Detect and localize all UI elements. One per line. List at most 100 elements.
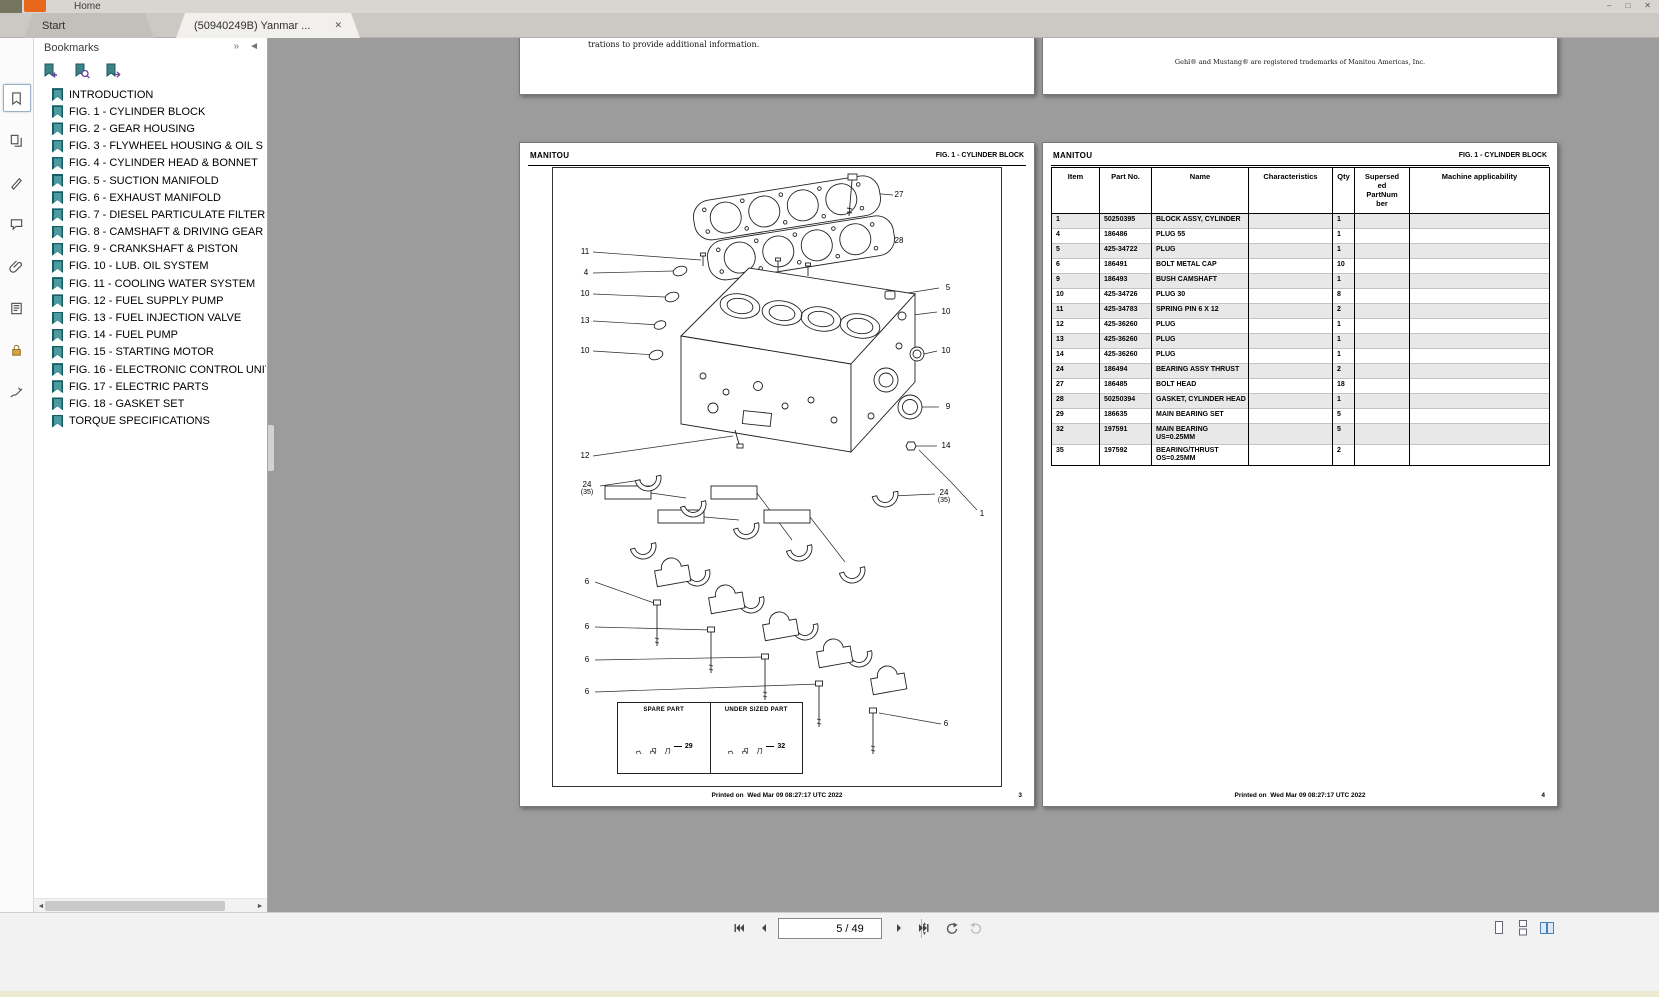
bookmark-flag-icon — [52, 363, 63, 376]
document-view-area[interactable]: trations to provide additional informati… — [268, 38, 1659, 912]
tab-start[interactable]: Start — [24, 13, 154, 38]
minimize-button[interactable]: – — [1607, 0, 1611, 12]
annotations-panel-icon[interactable] — [3, 168, 31, 196]
ribbon-tab-home[interactable]: Home — [74, 1, 101, 12]
cell-machine — [1410, 259, 1550, 274]
bookmark-item[interactable]: INTRODUCTION — [38, 86, 266, 103]
bookmarks-horizontal-scrollbar[interactable]: ◄ ► — [34, 898, 267, 912]
scrollbar-thumb[interactable] — [45, 901, 225, 911]
page-text: trations to provide additional informati… — [588, 40, 759, 49]
cell-qty: 1 — [1333, 334, 1355, 349]
diagram-callout-label: 6 — [944, 720, 948, 728]
bookmarks-list: INTRODUCTIONFIG. 1 - CYLINDER BLOCKFIG. … — [38, 86, 266, 434]
continuous-view-icon[interactable] — [1513, 918, 1533, 938]
parts-table-row: 12425-36260PLUG1 — [1052, 319, 1550, 334]
diagram-callout-label: 27 — [895, 191, 904, 199]
attachments-panel-icon[interactable] — [3, 252, 31, 280]
cell-name: PLUG 30 — [1152, 289, 1249, 304]
diagram-callout-label: 10 — [942, 308, 951, 316]
pages-panel-icon[interactable] — [3, 126, 31, 154]
parts-table-row: 6186491BOLT METAL CAP10 — [1052, 259, 1550, 274]
single-page-view-icon[interactable] — [1489, 918, 1509, 938]
bookmark-item[interactable]: FIG. 8 - CAMSHAFT & DRIVING GEAR — [38, 224, 266, 241]
bookmark-item[interactable]: FIG. 14 - FUEL PUMP — [38, 327, 266, 344]
foxit-logo[interactable] — [24, 0, 46, 12]
cell-machine — [1410, 304, 1550, 319]
cell-characteristics — [1249, 229, 1333, 244]
certificates-panel-icon[interactable] — [3, 294, 31, 322]
cell-qty: 1 — [1333, 319, 1355, 334]
cell-superseded — [1355, 409, 1410, 424]
maximize-button[interactable]: □ — [1625, 0, 1630, 12]
comments-panel-icon[interactable] — [3, 210, 31, 238]
cell-superseded — [1355, 349, 1410, 364]
cell-name: BOLT HEAD — [1152, 379, 1249, 394]
last-page-button[interactable] — [913, 917, 935, 939]
bookmark-item[interactable]: TORQUE SPECIFICATIONS — [38, 413, 266, 430]
cell-part-no: 425-36260 — [1100, 319, 1152, 334]
facing-pages-view-icon[interactable] — [1537, 918, 1557, 938]
bookmark-item-label: FIG. 6 - EXHAUST MANIFOLD — [69, 192, 221, 204]
bookmark-item[interactable]: FIG. 7 - DIESEL PARTICULATE FILTER — [38, 206, 266, 223]
cell-item: 27 — [1052, 379, 1100, 394]
page-number: 4 — [1541, 792, 1545, 799]
cell-machine — [1410, 274, 1550, 289]
next-page-button[interactable] — [888, 917, 910, 939]
tab-document[interactable]: (50940249B) Yanmar ... ✕ — [176, 13, 360, 38]
navigation-panel-strip — [0, 38, 34, 912]
cell-superseded — [1355, 444, 1410, 465]
locate-bookmark-icon[interactable] — [104, 62, 121, 79]
diagram-callout-label: 6 — [585, 578, 589, 586]
prev-page-button[interactable] — [753, 917, 775, 939]
cell-characteristics — [1249, 274, 1333, 289]
add-bookmark-icon[interactable] — [42, 62, 59, 79]
find-bookmark-icon[interactable] — [73, 62, 90, 79]
diagram-callout-label: 10 — [581, 290, 590, 298]
cell-part-no: 197592 — [1100, 444, 1152, 465]
previous-view-button[interactable] — [941, 917, 963, 939]
sidebar-splitter-handle[interactable] — [268, 424, 275, 472]
close-button[interactable]: ✕ — [1644, 0, 1651, 12]
application-menu-button[interactable] — [0, 0, 22, 13]
window-controls: – □ ✕ — [1607, 0, 1651, 12]
cell-part-no: 197591 — [1100, 424, 1152, 445]
bookmarks-panel-icon[interactable] — [3, 84, 31, 112]
diagram-callout-label: 1 — [980, 510, 984, 518]
next-view-button[interactable] — [965, 917, 987, 939]
bookmark-item-label: FIG. 10 - LUB. OIL SYSTEM — [69, 260, 209, 272]
cell-item: 14 — [1052, 349, 1100, 364]
signatures-panel-icon[interactable] — [3, 378, 31, 406]
cell-qty: 5 — [1333, 409, 1355, 424]
bookmark-item[interactable]: FIG. 1 - CYLINDER BLOCK — [38, 103, 266, 120]
first-page-button[interactable] — [728, 917, 750, 939]
bookmark-item[interactable]: FIG. 2 - GEAR HOUSING — [38, 120, 266, 137]
bookmark-item[interactable]: FIG. 9 - CRANKSHAFT & PISTON — [38, 241, 266, 258]
panel-collapse-icon[interactable]: ◄ — [249, 41, 259, 52]
security-panel-icon[interactable] — [3, 336, 31, 364]
bookmark-item[interactable]: FIG. 11 - COOLING WATER SYSTEM — [38, 275, 266, 292]
cell-name: PLUG — [1152, 349, 1249, 364]
bookmark-item[interactable]: FIG. 6 - EXHAUST MANIFOLD — [38, 189, 266, 206]
bookmark-flag-icon — [52, 105, 63, 118]
bookmarks-panel-title: Bookmarks — [44, 42, 99, 54]
parts-table-row: 27186485BOLT HEAD18 — [1052, 379, 1550, 394]
page-partial-right: Gehl® and Mustang® are registered tradem… — [1042, 38, 1558, 95]
bookmark-item[interactable]: FIG. 4 - CYLINDER HEAD & BONNET — [38, 155, 266, 172]
bookmark-item[interactable]: FIG. 18 - GASKET SET — [38, 395, 266, 412]
bookmark-item[interactable]: FIG. 10 - LUB. OIL SYSTEM — [38, 258, 266, 275]
tab-close-icon[interactable]: ✕ — [334, 20, 342, 31]
bookmark-item[interactable]: FIG. 16 - ELECTRONIC CONTROL UNIT — [38, 361, 266, 378]
cell-machine — [1410, 214, 1550, 229]
bookmark-item[interactable]: FIG. 3 - FLYWHEEL HOUSING & OIL S — [38, 138, 266, 155]
bookmark-item[interactable]: FIG. 13 - FUEL INJECTION VALVE — [38, 309, 266, 326]
bookmark-item[interactable]: FIG. 5 - SUCTION MANIFOLD — [38, 172, 266, 189]
bookmark-flag-icon — [52, 88, 63, 101]
cell-superseded — [1355, 394, 1410, 409]
scroll-right-icon[interactable]: ► — [254, 900, 266, 912]
panel-menu-icon[interactable]: » — [234, 41, 240, 52]
bookmark-item[interactable]: FIG. 12 - FUEL SUPPLY PUMP — [38, 292, 266, 309]
bookmark-item[interactable]: FIG. 15 - STARTING MOTOR — [38, 344, 266, 361]
cell-name: MAIN BEARING US=0.25MM — [1152, 424, 1249, 445]
page-figure: MANITOU FIG. 1 - CYLINDER BLOCK — [519, 142, 1035, 807]
bookmark-item[interactable]: FIG. 17 - ELECTRIC PARTS — [38, 378, 266, 395]
